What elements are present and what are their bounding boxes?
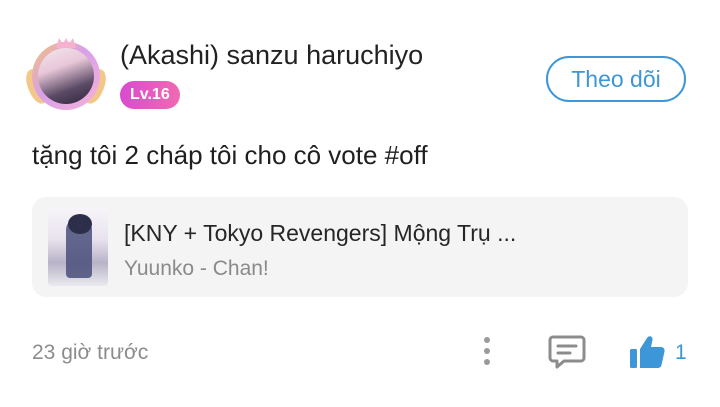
comment-text: tặng tôi 2 cháp tôi cho cô vote #off [32, 140, 428, 170]
story-author: Yuunko - Chan! [124, 257, 269, 280]
story-title: [KNY + Tokyo Revengers] Mộng Trụ ... [124, 220, 517, 246]
avatar[interactable] [21, 38, 111, 114]
post-timestamp: 23 giờ trước [32, 341, 149, 364]
follow-button[interactable]: Theo dõi [546, 56, 686, 102]
like-count: 1 [675, 341, 687, 364]
level-badge: Lv.16 [120, 81, 180, 109]
story-cover-image [48, 208, 108, 286]
comment-icon[interactable] [548, 334, 586, 370]
username[interactable]: (Akashi) sanzu haruchiyo [120, 40, 423, 71]
thumbs-up-icon[interactable] [628, 334, 666, 370]
story-card[interactable]: [KNY + Tokyo Revengers] Mộng Trụ ... Yuu… [32, 197, 688, 297]
avatar-image [38, 48, 94, 104]
more-vertical-icon[interactable] [476, 334, 498, 368]
cover-figure-head [68, 214, 92, 234]
avatar-frame-crown [56, 38, 76, 48]
